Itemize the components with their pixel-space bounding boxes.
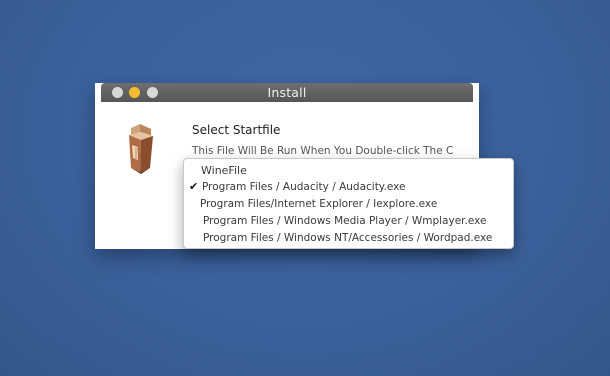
dialog-description: This File Will Be Run When You Double-cl… — [192, 145, 454, 157]
window-title: Install — [267, 85, 307, 100]
startfile-dropdown-menu: WineFile ✔ Program Files / Audacity / Au… — [183, 158, 514, 249]
option-label: Program Files / Windows Media Player / W… — [203, 215, 487, 227]
startfile-option-wordpad[interactable]: Program Files / Windows NT/Accessories /… — [184, 232, 513, 248]
startfile-option-audacity[interactable]: ✔ Program Files / Audacity / Audacity.ex… — [184, 180, 513, 197]
window-titlebar[interactable]: Install — [101, 83, 473, 102]
dialog-heading: Select Startfile — [192, 123, 281, 137]
startfile-option-wmplayer[interactable]: Program Files / Windows Media Player / W… — [184, 215, 513, 231]
option-label: WineFile — [201, 164, 247, 177]
option-label: Program Files/Internet Explorer / Iexplo… — [200, 198, 438, 210]
package-box-icon — [119, 120, 163, 178]
option-label: Program Files / Audacity / Audacity.exe — [202, 181, 406, 193]
startfile-option-iexplore[interactable]: Program Files/Internet Explorer / Iexplo… — [184, 198, 513, 214]
startfile-option-winefile[interactable]: WineFile — [184, 164, 513, 180]
option-label: Program Files / Windows NT/Accessories /… — [203, 232, 493, 244]
checkmark-icon: ✔ — [189, 180, 199, 193]
